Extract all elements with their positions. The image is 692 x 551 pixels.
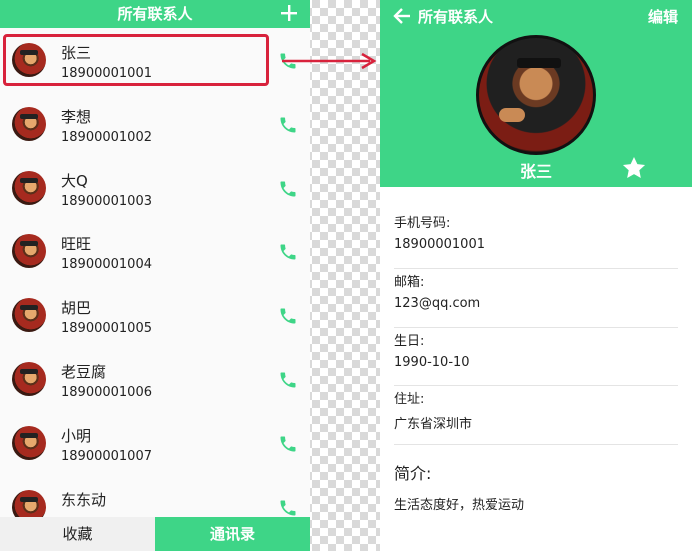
avatar [12,298,46,333]
contact-name: 老豆腐 [61,362,107,381]
tab-contacts[interactable]: 通讯录 [155,517,310,551]
avatar [12,234,46,269]
contact-phone: 18900001002 [61,129,152,145]
avatar-hand [499,108,525,122]
plus-icon[interactable] [280,4,298,22]
avatar [12,106,46,141]
contact-list-screen: 所有联系人 张三 18900001001 李想 18900001002 大Q 1… [0,0,310,551]
field-phone: 手机号码: 18900001001 [394,210,678,269]
contact-name: 旺旺 [61,235,92,254]
field-birthday: 生日: 1990-10-10 [394,328,678,387]
phone-icon[interactable] [278,242,298,262]
list-item[interactable]: 李想 18900001002 [0,92,310,156]
list-header: 所有联系人 [0,0,310,28]
phone-icon[interactable] [278,179,298,199]
field-label: 邮箱: [394,274,425,290]
contact-phone: 18900001005 [61,321,152,337]
edit-button[interactable]: 编辑 [648,6,678,27]
contact-phone: 18900001006 [61,384,152,400]
list-item[interactable]: 小明 18900001007 [0,411,310,475]
field-label: 手机号码: [394,216,451,231]
detail-header: 所有联系人 编辑 张三 [380,0,692,187]
avatar [12,425,46,460]
contact-phone: 18900001007 [61,448,152,464]
contact-phone: 18900001004 [61,257,152,273]
arrow-left-icon[interactable] [393,7,411,25]
field-email: 邮箱: 123@qq.com [394,269,678,328]
avatar [12,170,46,205]
phone-icon[interactable] [278,115,298,135]
star-icon[interactable] [621,155,647,181]
contact-phone: 18900001003 [61,193,152,209]
avatar [476,35,596,155]
field-label: 生日: [394,333,425,349]
phone-icon[interactable] [278,498,298,518]
field-value: 广东省深圳市 [394,417,473,433]
contact-name: 小明 [61,426,92,445]
phone-icon[interactable] [278,434,298,454]
selection-highlight [3,34,269,86]
page-title: 所有联系人 [418,8,494,26]
list-item[interactable]: 老豆腐 18900001006 [0,347,310,411]
contact-name: 胡巴 [61,299,92,318]
page-title: 所有联系人 [117,5,193,23]
list-item[interactable]: 大Q 18900001003 [0,156,310,220]
field-label: 住址: [394,392,425,408]
contact-list: 张三 18900001001 李想 18900001002 大Q 1890000… [0,28,310,538]
contact-name: 大Q [61,171,88,190]
avatar [12,361,46,396]
field-address: 住址: 广东省深圳市 [394,386,678,446]
arrow-right-icon [282,52,377,70]
phone-icon[interactable] [278,306,298,326]
contact-name: 李想 [61,107,92,126]
list-item[interactable]: 胡巴 18900001005 [0,283,310,347]
field-value: 1990-10-10 [394,354,470,370]
field-value: 123@qq.com [394,295,481,311]
detail-fields: 手机号码: 18900001001 邮箱: 123@qq.com 生日: 199… [394,210,678,446]
phone-icon[interactable] [278,370,298,390]
tab-bar: 收藏 通讯录 [0,517,310,551]
field-value: 18900001001 [394,237,485,252]
bio-title: 简介: [394,464,432,483]
contact-detail-screen: 所有联系人 编辑 张三 手机号码: 18900001001 邮箱: 123@qq… [380,0,692,551]
avatar-headband [517,58,561,68]
contact-name: 东东动 [61,490,107,509]
tab-favorites[interactable]: 收藏 [0,517,155,551]
bio-text: 生活态度好，热爱运动 [394,498,525,513]
list-item[interactable]: 旺旺 18900001004 [0,219,310,283]
